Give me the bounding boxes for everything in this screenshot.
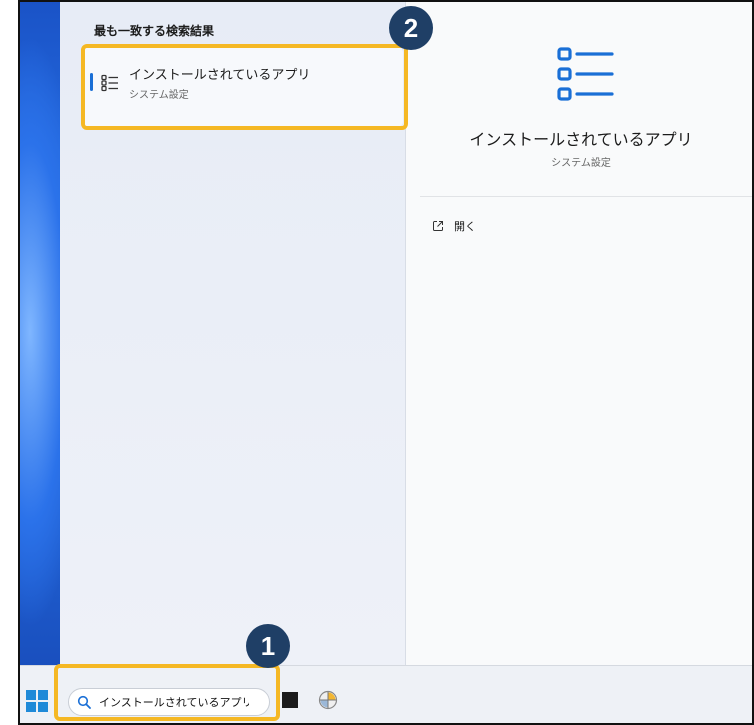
divider	[420, 196, 752, 197]
search-input[interactable]	[99, 695, 249, 709]
open-external-icon	[433, 221, 443, 231]
callout-badge-2: 2	[389, 6, 433, 50]
open-action-label: 開く	[454, 220, 476, 233]
screen: 最も一致する検索結果 インストールされているアプリ システム設定 インストールさ…	[18, 0, 754, 725]
best-match-heading: 最も一致する検索結果	[94, 24, 215, 38]
callout-badge-1: 1	[246, 624, 290, 668]
best-match-result[interactable]: インストールされているアプリ システム設定	[83, 47, 403, 127]
open-action[interactable]: 開く	[432, 218, 476, 234]
detail-subtitle: システム設定	[551, 158, 611, 169]
taskbar-search-box[interactable]	[68, 688, 270, 716]
installed-apps-icon	[101, 74, 118, 92]
best-match-subtitle: システム設定	[129, 90, 189, 101]
taskbar	[20, 665, 752, 723]
results-pane: 最も一致する検索結果 インストールされているアプリ システム設定	[60, 2, 406, 665]
detail-pane: インストールされているアプリ システム設定 開く	[406, 2, 752, 665]
search-flyout: 最も一致する検索結果 インストールされているアプリ システム設定 インストールさ…	[60, 2, 752, 665]
windows-start-icon[interactable]	[26, 690, 48, 712]
task-view-icon[interactable]	[282, 692, 298, 708]
detail-title: インストールされているアプリ	[469, 130, 693, 149]
widgets-icon[interactable]	[318, 690, 338, 710]
selection-indicator	[90, 73, 93, 91]
best-match-title: インストールされているアプリ	[129, 68, 311, 83]
installed-apps-large-icon	[557, 47, 614, 101]
search-icon	[77, 695, 91, 709]
